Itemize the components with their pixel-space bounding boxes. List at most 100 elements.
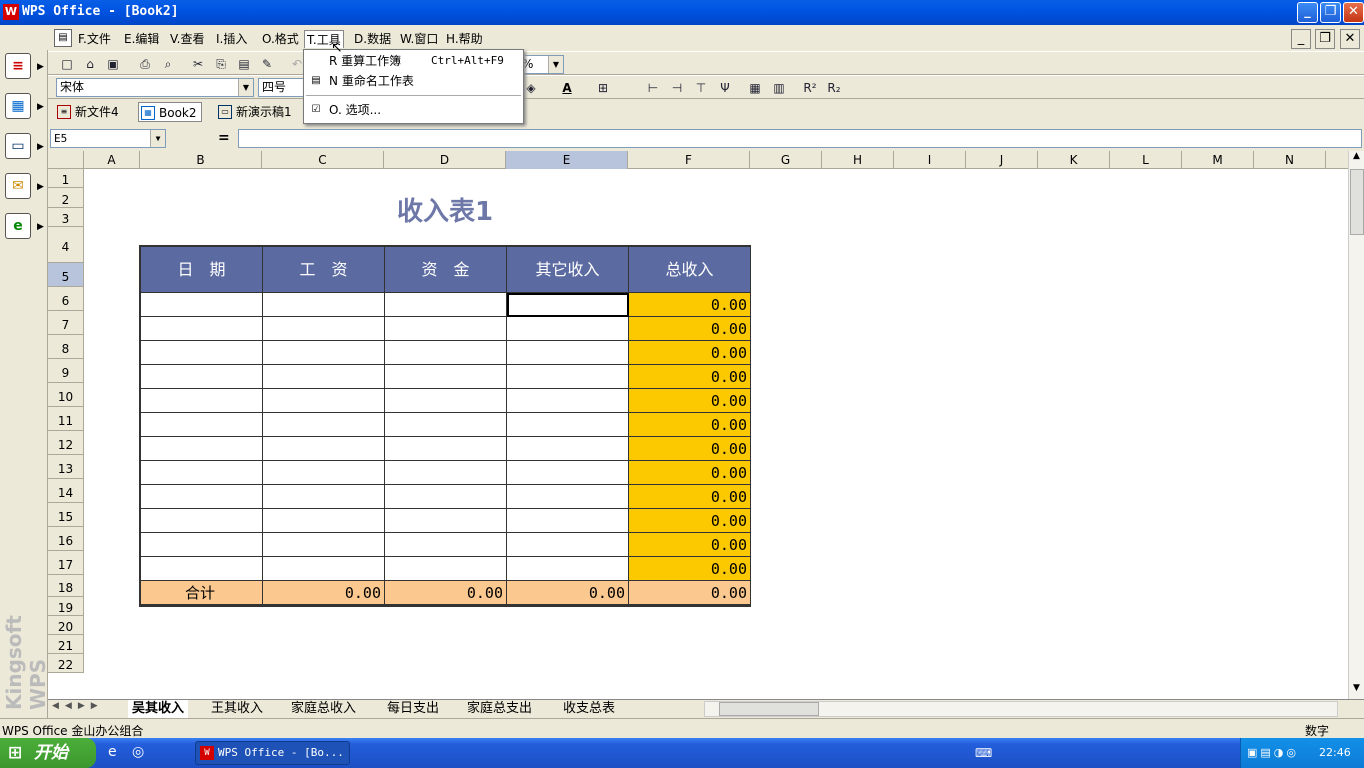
row-header[interactable]: 18 [48,575,84,597]
document-icon[interactable]: ▤ [54,29,72,47]
minimize-button[interactable]: _ [1297,2,1318,23]
row-header[interactable]: 10 [48,383,84,407]
total-income-cell[interactable]: 0.00 [629,533,751,557]
doc-tab-newfile4[interactable]: ≡ 新文件4 [55,102,119,122]
table-cell[interactable] [263,365,385,389]
row-header[interactable]: 11 [48,407,84,431]
merge-icon[interactable]: ▦ [746,79,764,97]
superscript-icon[interactable]: R² [798,79,822,97]
row-header[interactable]: 7 [48,311,84,335]
sheet-tab[interactable]: 每日支出 [387,700,439,718]
cut-icon[interactable]: ✂ [189,55,207,73]
vertical-scrollbar[interactable]: ▲ ▼ [1348,151,1364,699]
col-header-h[interactable]: H [822,151,894,169]
table-cell[interactable] [507,437,629,461]
total-income-cell[interactable]: 0.00 [629,341,751,365]
col-header-e[interactable]: E [506,151,628,169]
table-cell[interactable] [507,461,629,485]
col-header-g[interactable]: G [750,151,822,169]
browser-quicklaunch-icon[interactable]: ◎ [132,744,144,760]
table-cell[interactable] [141,533,263,557]
total-income-cell[interactable]: 0.00 [629,509,751,533]
total-income-cell[interactable]: 0.00 [629,461,751,485]
scroll-up-icon[interactable]: ▲ [1349,151,1364,167]
row-header[interactable]: 22 [48,654,84,673]
borders-icon[interactable]: ⊞ [594,79,612,97]
writer-launcher-icon[interactable]: ≡ [5,53,31,79]
sheet-tab[interactable]: 家庭总收入 [291,700,356,718]
table-cell[interactable] [263,557,385,581]
col-header-m[interactable]: M [1182,151,1254,169]
ie-quicklaunch-icon[interactable]: e [108,744,117,760]
subscript-icon[interactable]: R₂ [822,79,846,97]
table-cell[interactable] [385,389,507,413]
table-cell[interactable] [263,485,385,509]
row-header[interactable]: 16 [48,527,84,551]
doc-restore-button[interactable]: ❐ [1315,29,1335,49]
row-header[interactable]: 20 [48,616,84,635]
table-cell[interactable] [141,461,263,485]
table-cell[interactable] [141,317,263,341]
open-icon[interactable]: ⌂ [81,55,99,73]
table-cell[interactable] [507,557,629,581]
doc-tab-book2[interactable]: ▦ Book2 [138,102,202,122]
col-header-f[interactable]: F [628,151,750,169]
row-header[interactable]: 2 [48,188,84,208]
select-all-corner[interactable] [48,151,84,169]
tray-icons[interactable]: ▣▤◑◎ [1247,738,1299,768]
sheet-tab[interactable]: 家庭总支出 [467,700,532,718]
table-cell[interactable] [507,389,629,413]
table-cell[interactable] [263,293,385,317]
menu-help[interactable]: H.帮助 [444,30,485,48]
table-cell[interactable] [507,341,629,365]
table-cell[interactable] [385,293,507,317]
col-header-a[interactable]: A [84,151,140,169]
table-cell[interactable] [141,293,263,317]
worksheet-grid[interactable]: A B C D E F G H I J K L M N 1 2 3 4 5 6 7 8 9 10 1… [48,151,1348,699]
table-cell[interactable] [385,317,507,341]
table-cell[interactable] [385,461,507,485]
active-cell[interactable] [507,293,629,317]
font-color-icon[interactable]: A [558,79,576,97]
table-cell[interactable] [263,341,385,365]
table-cell[interactable] [385,509,507,533]
table-header-cell[interactable]: 日 期 [141,247,263,293]
row-header[interactable]: 4 [48,227,84,263]
menu-format[interactable]: O.格式 [260,30,301,48]
row-header[interactable]: 19 [48,597,84,616]
table-cell[interactable] [263,317,385,341]
restore-button[interactable]: ❐ [1320,2,1341,23]
total-income-cell[interactable]: 0.00 [629,485,751,509]
menu-file[interactable]: F.文件 [76,30,113,48]
print-icon[interactable]: ⎙ [136,55,154,73]
table-cell[interactable] [507,413,629,437]
total-income-cell[interactable]: 0.00 [629,317,751,341]
table-cell[interactable] [507,317,629,341]
row-header[interactable]: 14 [48,479,84,503]
row-header[interactable]: 13 [48,455,84,479]
col-header-n[interactable]: N [1254,151,1326,169]
vertical-scroll-thumb[interactable] [1350,169,1364,235]
row-header[interactable]: 8 [48,335,84,359]
table-cell[interactable] [141,365,263,389]
total-income-cell[interactable]: 0.00 [629,293,751,317]
mail-launcher-icon[interactable]: ✉ [5,173,31,199]
table-cell[interactable] [263,533,385,557]
table-cell[interactable] [385,365,507,389]
name-box[interactable]: E5 ▼ [50,129,166,148]
table-cell[interactable] [385,437,507,461]
row-header[interactable]: 21 [48,635,84,654]
split-icon[interactable]: ▥ [770,79,788,97]
menu-item-rename-sheet[interactable]: ▤ N 重命名工作表 [304,71,523,91]
font-name-combo[interactable]: 宋体 ▼ [56,78,254,97]
print-preview-icon[interactable]: ⌕ [159,55,177,73]
wps-app-icon[interactable]: W [3,4,19,20]
row-header[interactable]: 9 [48,359,84,383]
row-header[interactable]: 5 [48,263,84,287]
table-cell[interactable] [507,533,629,557]
align-icon-3[interactable]: ⊤ [692,79,710,97]
sum-label-cell[interactable]: 合计 [141,581,263,605]
align-icon-4[interactable]: Ψ [716,79,734,97]
new-icon[interactable]: □ [58,55,76,73]
table-cell[interactable] [385,533,507,557]
